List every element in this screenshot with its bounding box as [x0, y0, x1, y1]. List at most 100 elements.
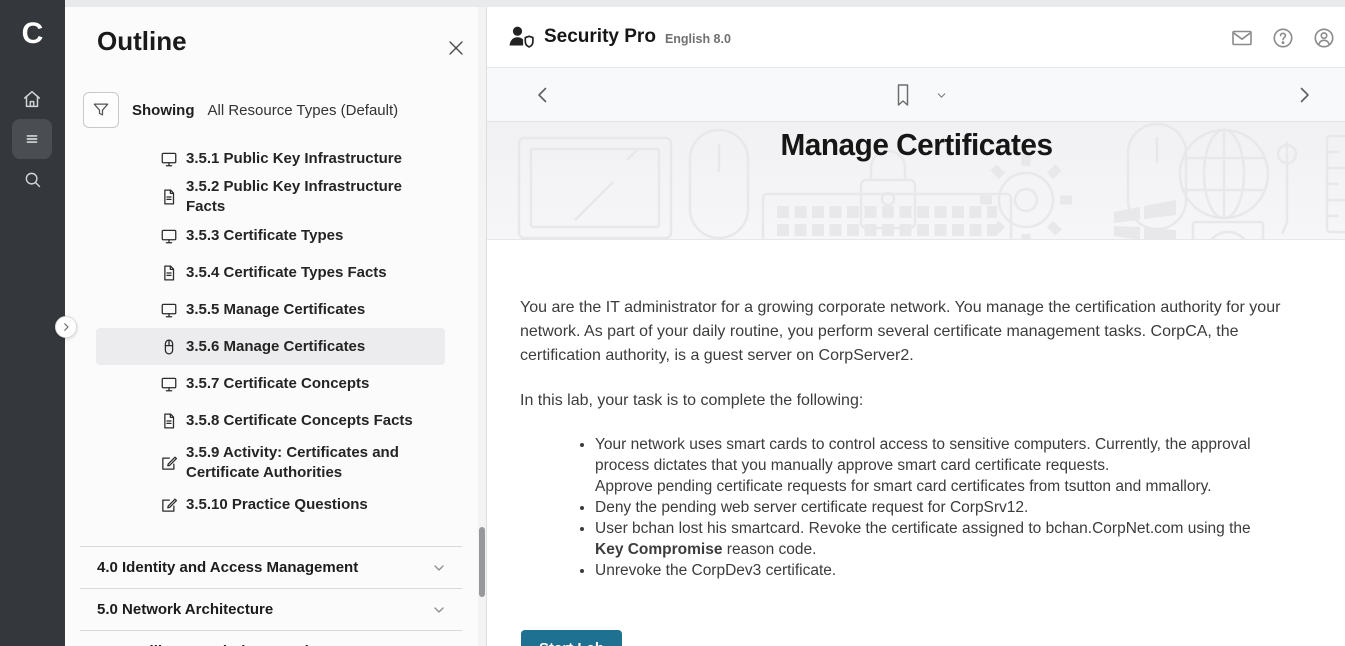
main-content: Security Pro English 8.0 — [486, 0, 1345, 646]
document-icon — [160, 264, 178, 282]
outline-item-3-5-9[interactable]: 3.5.9 Activity: Certificates and Certifi… — [96, 439, 445, 486]
filter-label: Showing — [132, 102, 195, 119]
outline-section-label: 5.0 Network Architecture — [97, 601, 273, 618]
outline-item-3-5-2[interactable]: 3.5.2 Public Key Infrastructure Facts — [96, 177, 445, 217]
product-header: Security Pro English 8.0 — [487, 7, 1345, 68]
chevron-down-icon — [431, 602, 447, 618]
outline-item-label: 3.5.9 Activity: Certificates and Certifi… — [186, 443, 445, 483]
outline-item-label: 3.5.4 Certificate Types Facts — [186, 263, 415, 283]
edit-icon — [160, 454, 178, 472]
menu-icon — [22, 129, 42, 149]
filter-button[interactable] — [83, 92, 119, 128]
help-icon[interactable] — [1271, 26, 1295, 50]
task-item-bold: Key Compromise — [595, 541, 722, 558]
outline-item-3-5-6-selected[interactable]: 3.5.6 Manage Certificates — [96, 328, 445, 365]
outline-item-3-5-4[interactable]: 3.5.4 Certificate Types Facts — [96, 254, 445, 291]
home-button[interactable] — [12, 79, 52, 119]
outline-item-3-5-8[interactable]: 3.5.8 Certificate Concepts Facts — [96, 402, 445, 439]
outline-panel: Outline Showing All Resource Types (Defa… — [65, 7, 486, 646]
task-item-line: Deny the pending web server certificate … — [595, 497, 1281, 518]
document-icon — [160, 412, 178, 430]
banner-keyboard-icon — [763, 194, 1011, 240]
banner-ruler-icon — [1327, 136, 1345, 232]
outline-scrollbar-thumb[interactable] — [479, 527, 485, 597]
chevron-down-icon — [431, 560, 447, 576]
outline-item-label: 3.5.3 Certificate Types — [186, 226, 371, 246]
app-logo[interactable]: C — [0, 14, 65, 54]
app-edition: English 8.0 — [665, 32, 731, 46]
outline-item-label: 3.5.6 Manage Certificates — [186, 337, 393, 357]
outline-item-label: 3.5.7 Certificate Concepts — [186, 374, 397, 394]
banner-gear-icon — [980, 154, 1072, 240]
outline-item-label: 3.5.8 Certificate Concepts Facts — [186, 411, 441, 431]
outline-item-label: 3.5.10 Practice Questions — [186, 495, 396, 515]
monitor-icon — [160, 375, 178, 393]
outline-section-5-0[interactable]: 5.0 Network Architecture — [80, 588, 462, 630]
app-title: Security Pro — [544, 26, 656, 48]
task-intro: In this lab, your task is to complete th… — [520, 389, 1302, 413]
banner-windows-icon — [1114, 200, 1176, 240]
header-icon-group — [1230, 7, 1336, 68]
monitor-icon — [160, 301, 178, 319]
scenario-paragraph: You are the IT administrator for a growi… — [520, 296, 1302, 368]
outline-item-label: 3.5.1 Public Key Infrastructure — [186, 149, 430, 169]
page-title: Manage Certificates — [504, 127, 1329, 163]
next-lesson-button[interactable] — [1292, 83, 1316, 107]
start-lab-button[interactable]: Start Lab — [521, 630, 622, 646]
filter-value[interactable]: All Resource Types (Default) — [208, 102, 399, 119]
bookmark-menu-button[interactable] — [935, 89, 948, 102]
chevron-left-icon — [531, 83, 555, 107]
close-icon — [445, 37, 467, 59]
chevron-down-icon — [935, 89, 948, 102]
monitor-icon — [160, 150, 178, 168]
mail-icon[interactable] — [1230, 26, 1254, 50]
chevron-right-icon — [1292, 83, 1316, 107]
profile-icon[interactable] — [1312, 26, 1336, 50]
task-list: Your network uses smart cards to control… — [520, 434, 1302, 581]
resource-filter-row: Showing All Resource Types (Default) — [83, 92, 486, 128]
title-banner: Manage Certificates — [487, 122, 1345, 240]
outline-section-6-0[interactable]: 6.0 Resiliency and Site Security — [80, 630, 462, 646]
lesson-navbar — [487, 68, 1345, 122]
task-item-text: User bchan lost his smartcard. Revoke th… — [595, 520, 1251, 537]
outline-title: Outline — [97, 27, 486, 55]
monitor-icon — [160, 227, 178, 245]
outline-menu-button[interactable] — [12, 119, 52, 159]
outline-item-list: 3.5.1 Public Key Infrastructure 3.5.2 Pu… — [65, 140, 486, 523]
document-icon — [160, 188, 178, 206]
chevron-right-icon — [60, 321, 72, 333]
window-top-strip — [65, 0, 1345, 7]
outline-item-label: 3.5.5 Manage Certificates — [186, 300, 393, 320]
outline-item-3-5-10[interactable]: 3.5.10 Practice Questions — [96, 486, 445, 523]
home-icon — [21, 88, 43, 110]
bookmark-icon — [891, 82, 915, 108]
search-button[interactable] — [12, 159, 52, 199]
task-item: User bchan lost his smartcard. Revoke th… — [595, 518, 1281, 560]
outline-scrollbar — [478, 7, 486, 646]
search-icon — [22, 169, 43, 190]
task-item-line: Unrevoke the CorpDev3 certificate. — [595, 560, 1281, 581]
edit-icon — [160, 496, 178, 514]
task-item: Deny the pending web server certificate … — [595, 497, 1281, 518]
outline-item-3-5-3[interactable]: 3.5.3 Certificate Types — [96, 217, 445, 254]
mouse-icon — [160, 338, 178, 356]
funnel-icon — [91, 100, 111, 120]
outline-item-label: 3.5.2 Public Key Infrastructure Facts — [186, 177, 445, 217]
sidebar-collapse-handle[interactable] — [55, 316, 77, 338]
outline-section-label: 4.0 Identity and Access Management — [97, 559, 358, 576]
outline-item-3-5-5[interactable]: 3.5.5 Manage Certificates — [96, 291, 445, 328]
close-outline-button[interactable] — [445, 37, 467, 59]
outline-item-3-5-1[interactable]: 3.5.1 Public Key Infrastructure — [96, 140, 445, 177]
task-item-text: reason code. — [722, 541, 816, 558]
outline-section-4-0[interactable]: 4.0 Identity and Access Management — [80, 546, 462, 588]
lab-description: You are the IT administrator for a growi… — [487, 240, 1345, 646]
previous-lesson-button[interactable] — [531, 83, 555, 107]
task-item: Unrevoke the CorpDev3 certificate. — [595, 560, 1281, 581]
task-item-line: Approve pending certificate requests for… — [595, 476, 1281, 497]
outline-sections: 4.0 Identity and Access Management 5.0 N… — [65, 546, 486, 646]
outline-item-3-5-7[interactable]: 3.5.7 Certificate Concepts — [96, 365, 445, 402]
task-item: Your network uses smart cards to control… — [595, 434, 1281, 497]
bookmark-button[interactable] — [891, 82, 915, 108]
person-shield-icon — [506, 24, 536, 50]
banner-frame-icon — [1193, 222, 1263, 240]
